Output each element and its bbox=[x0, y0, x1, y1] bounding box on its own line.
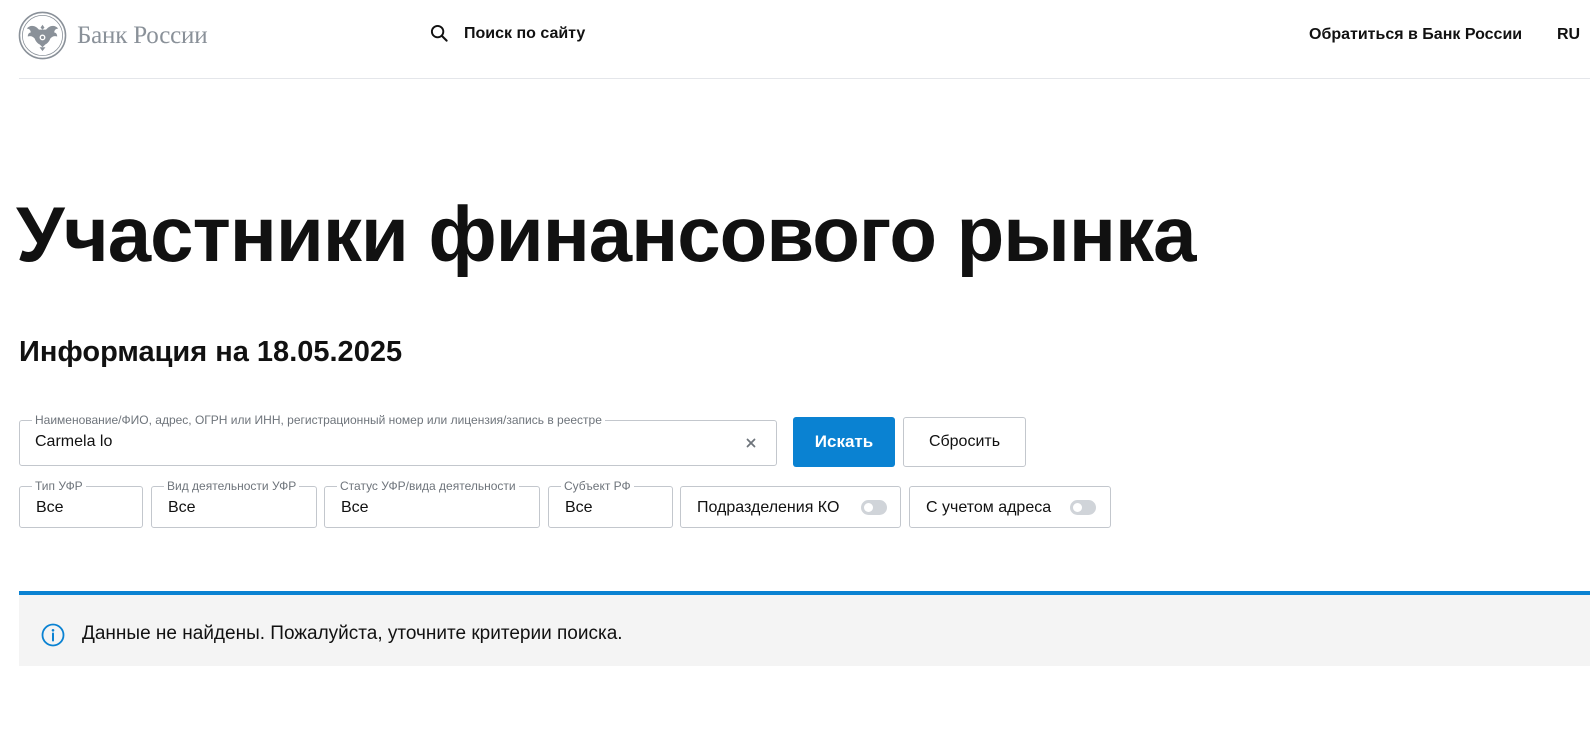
page-title: Участники финансового рынка bbox=[16, 190, 1196, 278]
reset-button[interactable]: Сбросить bbox=[903, 417, 1026, 467]
ufr-type-select[interactable]: Тип УФР Все bbox=[19, 478, 143, 528]
site-header: Банк России Поиск по сайту Обратиться в … bbox=[0, 0, 1590, 79]
region-select[interactable]: Субъект РФ Все bbox=[548, 478, 673, 528]
no-results-alert: Данные не найдены. Пожалуйста, уточните … bbox=[19, 591, 1590, 666]
search-icon bbox=[430, 24, 448, 42]
status-label: Статус УФР/вида деятельности bbox=[337, 478, 519, 494]
ufr-type-label: Тип УФР bbox=[32, 478, 86, 494]
status-select[interactable]: Статус УФР/вида деятельности Все bbox=[324, 478, 540, 528]
site-search-label: Поиск по сайту bbox=[464, 24, 586, 42]
with-address-toggle[interactable]: С учетом адреса bbox=[909, 486, 1111, 528]
status-value: Все bbox=[341, 499, 369, 516]
double-headed-eagle-emblem-icon bbox=[18, 11, 67, 60]
ko-branches-toggle[interactable]: Подразделения КО bbox=[680, 486, 901, 528]
activity-type-select[interactable]: Вид деятельности УФР Все bbox=[151, 478, 317, 528]
search-field-label: Наименование/ФИО, адрес, ОГРН или ИНН, р… bbox=[32, 412, 605, 428]
switch-knob bbox=[864, 503, 873, 512]
region-label: Субъект РФ bbox=[561, 478, 634, 494]
with-address-switch[interactable] bbox=[1070, 500, 1096, 515]
ko-branches-switch[interactable] bbox=[861, 500, 887, 515]
search-field[interactable]: Наименование/ФИО, адрес, ОГРН или ИНН, р… bbox=[19, 412, 777, 466]
switch-knob bbox=[1073, 503, 1082, 512]
logo-text: Банк России bbox=[77, 21, 208, 49]
language-switch[interactable]: RU bbox=[1557, 26, 1590, 44]
search-submit-button[interactable]: Искать bbox=[793, 417, 895, 467]
ufr-type-value: Все bbox=[36, 499, 64, 516]
clear-icon[interactable] bbox=[744, 436, 758, 450]
contact-bank-link[interactable]: Обратиться в Банк России bbox=[1309, 26, 1522, 44]
logo-link[interactable]: Банк России bbox=[18, 11, 208, 60]
activity-type-value: Все bbox=[168, 499, 196, 516]
region-value: Все bbox=[565, 499, 593, 516]
info-icon bbox=[41, 623, 65, 647]
info-date-heading: Информация на 18.05.2025 bbox=[19, 336, 403, 368]
ko-branches-label: Подразделения КО bbox=[697, 499, 840, 516]
header-divider bbox=[19, 78, 1590, 79]
site-search-button[interactable]: Поиск по сайту bbox=[430, 24, 585, 43]
with-address-label: С учетом адреса bbox=[926, 499, 1052, 516]
search-input[interactable] bbox=[35, 433, 735, 451]
alert-message: Данные не найдены. Пожалуйста, уточните … bbox=[82, 623, 623, 644]
activity-type-label: Вид деятельности УФР bbox=[164, 478, 300, 494]
